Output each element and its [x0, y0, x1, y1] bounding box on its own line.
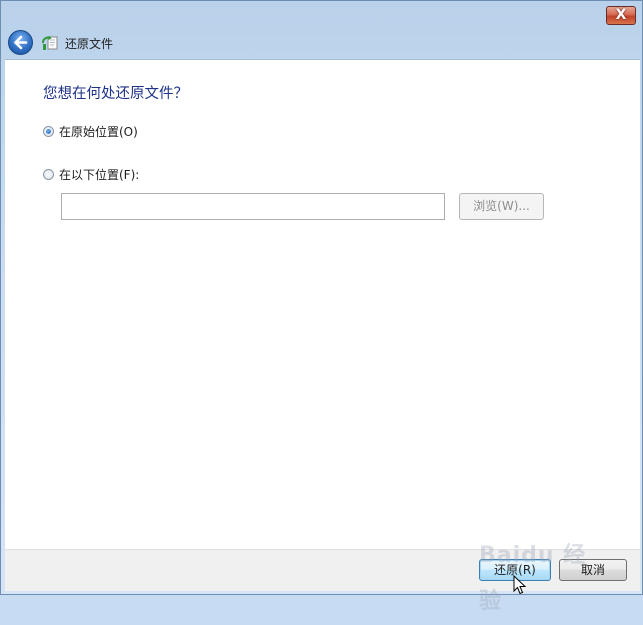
radio-original-location[interactable]	[43, 126, 54, 137]
navigation-bar: 还原文件	[1, 25, 642, 59]
restore-file-icon	[42, 35, 58, 50]
browse-button[interactable]: 浏览(W)...	[459, 193, 544, 220]
radio-following-location[interactable]	[43, 169, 54, 180]
page-heading: 您想在何处还原文件？	[43, 86, 188, 102]
close-button[interactable]: X	[606, 6, 636, 25]
dialog-window: X 还原文件 您想在何处还原文件？ 在原始位置(O) 在以下位置(F): 浏览(…	[0, 0, 643, 614]
back-button[interactable]	[8, 30, 33, 55]
back-arrow-icon	[14, 35, 28, 50]
dialog-footer: 还原(R) 取消	[5, 549, 640, 591]
location-path-input[interactable]	[61, 193, 445, 220]
option-following-location-label: 在以下位置(F):	[59, 168, 140, 182]
option-following-location[interactable]: 在以下位置(F):	[43, 166, 139, 183]
cancel-button[interactable]: 取消	[559, 559, 627, 581]
content-area: 您想在何处还原文件？ 在原始位置(O) 在以下位置(F): 浏览(W)...	[5, 59, 640, 550]
option-original-location-label: 在原始位置(O)	[59, 125, 138, 139]
window-title: 还原文件	[65, 37, 114, 51]
option-original-location[interactable]: 在原始位置(O)	[43, 123, 138, 140]
mouse-cursor-icon	[513, 575, 527, 595]
